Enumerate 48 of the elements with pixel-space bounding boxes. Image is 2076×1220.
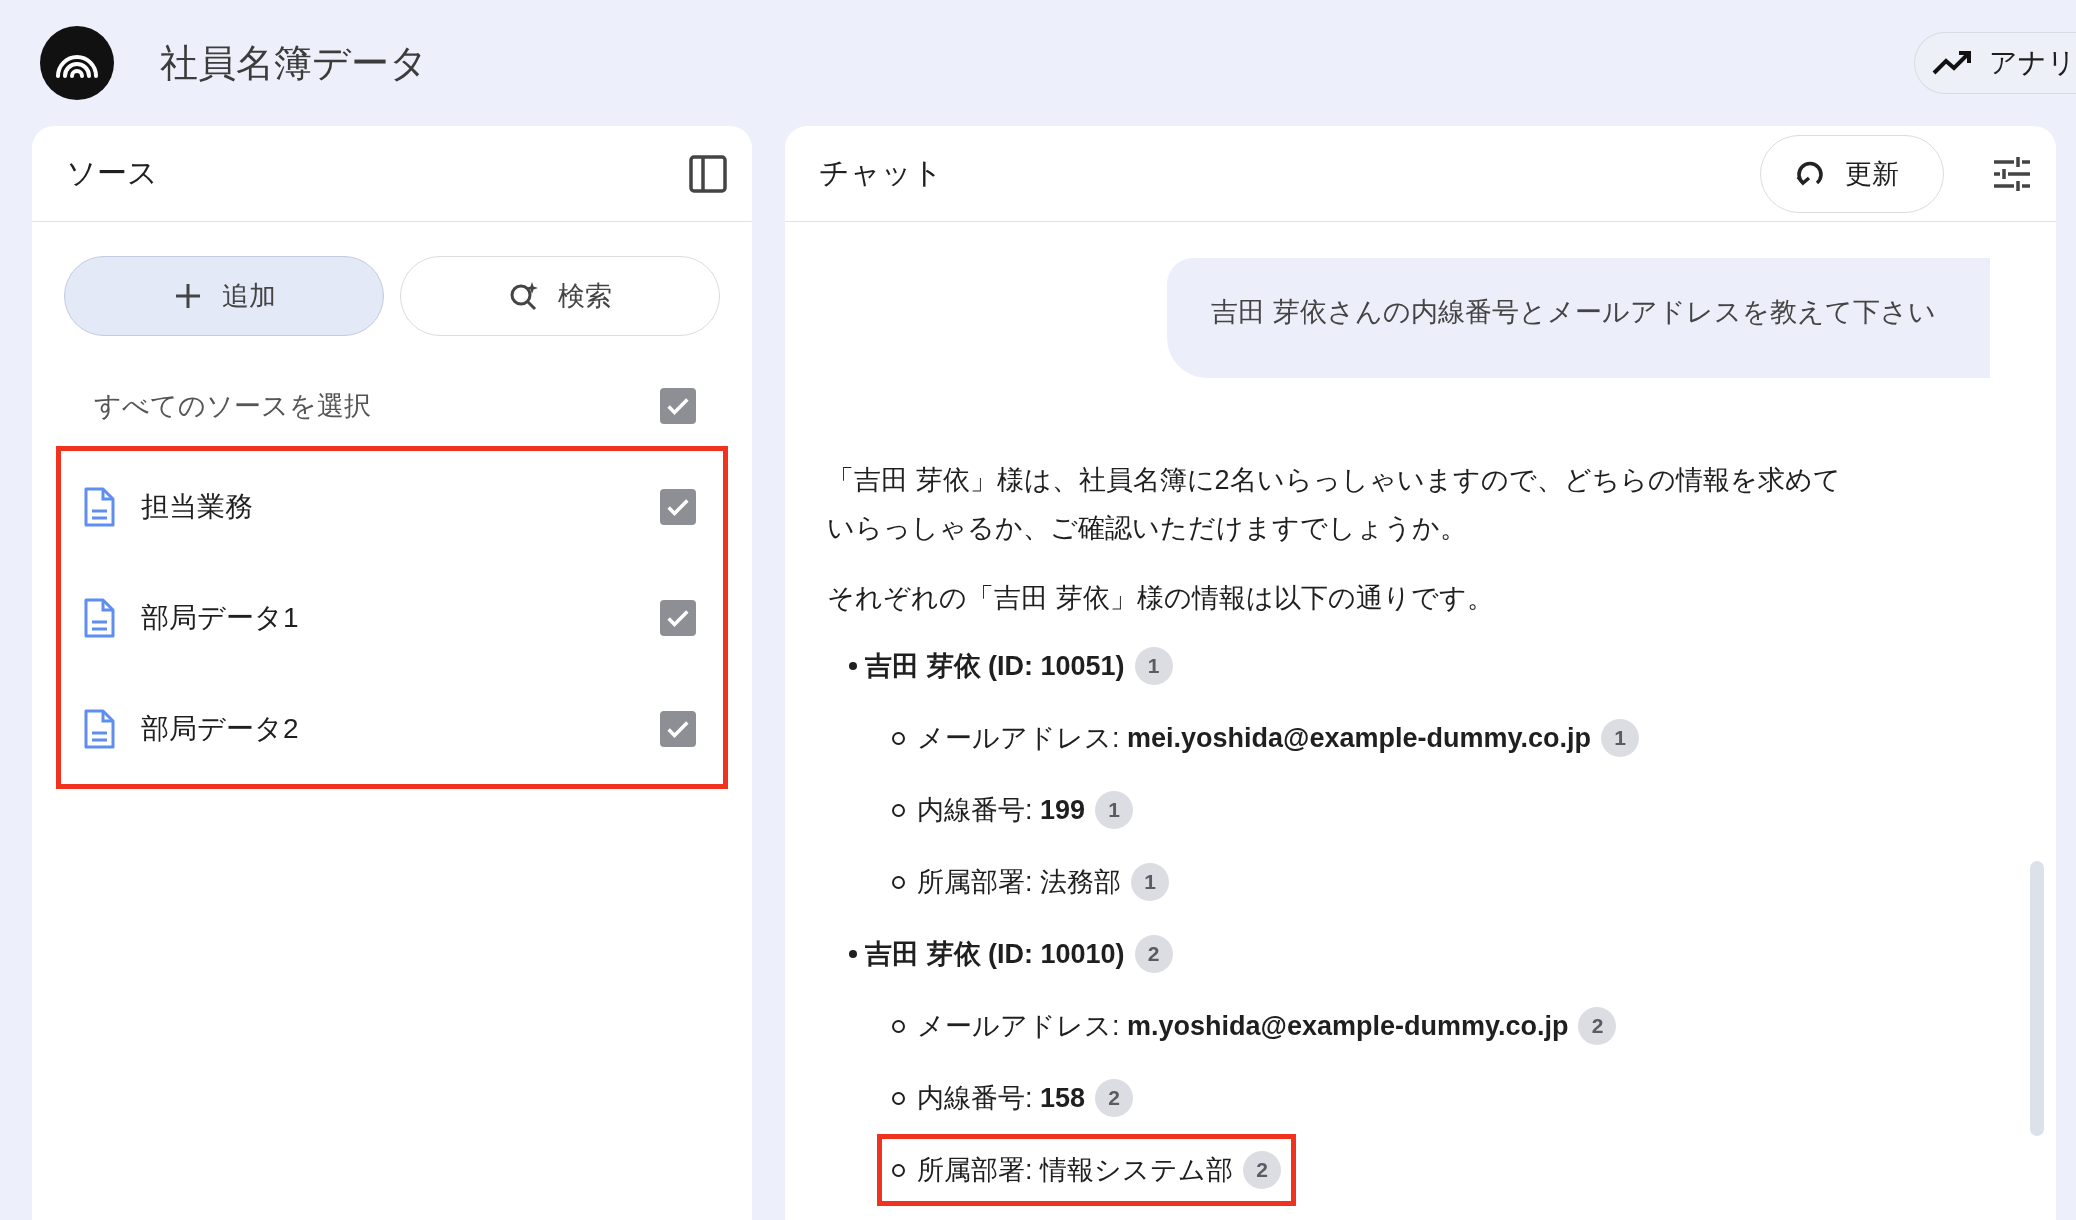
citation-badge[interactable]: 2 <box>1578 1007 1617 1045</box>
source-title[interactable]: 担当業務 <box>141 487 660 526</box>
response-paragraph: 「吉田 芽依」様は、社員名簿に2名いらっしゃいますので、どちらの情報を求めていらっしゃるか、ご確認いただけますでしょうか。 <box>827 464 1842 545</box>
person-heading: 吉田 芽依 (ID: 10010) <box>865 938 1125 971</box>
document-icon <box>83 708 115 749</box>
bullet-icon <box>892 1019 905 1033</box>
select-all-label: すべてのソースを選択 <box>94 390 371 423</box>
citation-badge[interactable]: 2 <box>1134 935 1173 973</box>
notebook-title: 社員名簿データ <box>160 40 429 86</box>
source-title[interactable]: 部局データ1 <box>141 598 660 637</box>
logo-icon <box>40 26 114 100</box>
bullet-icon <box>892 1091 905 1105</box>
detail-text: 所属部署: 法務部 <box>917 866 1121 899</box>
panel-title: チャット <box>819 155 944 191</box>
scrollbar-thumb[interactable] <box>2030 861 2044 1136</box>
checkbox[interactable] <box>660 388 696 424</box>
bullet-icon <box>892 803 905 817</box>
response-paragraph: それぞれの「吉田 芽依」様の情報は以下の通りです。 <box>827 582 1495 615</box>
citation-badge[interactable]: 1 <box>1134 647 1173 685</box>
detail-text: 所属部署: 情報システム部 <box>917 1154 1233 1187</box>
bullet-icon <box>892 731 905 745</box>
citation-badge[interactable]: 1 <box>1095 791 1134 829</box>
add-source-button[interactable]: 追加 <box>64 256 384 336</box>
citation-badge[interactable]: 2 <box>1095 1079 1134 1117</box>
citation-badge[interactable]: 2 <box>1243 1151 1281 1189</box>
citation-badge[interactable]: 1 <box>1131 863 1169 901</box>
person-heading: 吉田 芽依 (ID: 10051) <box>865 650 1125 683</box>
bullet-icon <box>849 662 857 670</box>
detail-text: 内線番号: 199 <box>917 794 1086 827</box>
document-icon <box>83 597 115 638</box>
bullet-icon <box>892 875 905 889</box>
bullet-icon <box>892 1163 905 1177</box>
detail-text: メールアドレス: mei.yoshida@example-dummy.co.jp <box>917 722 1591 755</box>
checkbox[interactable] <box>660 710 696 747</box>
refresh-button[interactable]: 更新 <box>1760 134 1944 213</box>
detail-text: メールアドレス: m.yoshida@example-dummy.co.jp <box>917 1010 1569 1043</box>
bullet-icon <box>849 950 857 958</box>
checkbox[interactable] <box>660 488 696 525</box>
panel-title: ソース <box>66 155 159 191</box>
sparkle-search-icon <box>508 280 540 312</box>
citation-badge[interactable]: 1 <box>1601 719 1639 757</box>
checkbox[interactable] <box>660 599 696 636</box>
document-icon <box>83 486 115 527</box>
source-title[interactable]: 部局データ2 <box>141 709 660 748</box>
user-message: 吉田 芽依さんの内線番号とメールアドレスを教えて下さい <box>1167 258 1990 378</box>
analytics-button[interactable]: アナリ <box>1914 32 2076 94</box>
discover-button[interactable]: 検索 <box>400 256 720 336</box>
detail-text: 内線番号: 158 <box>917 1082 1086 1115</box>
